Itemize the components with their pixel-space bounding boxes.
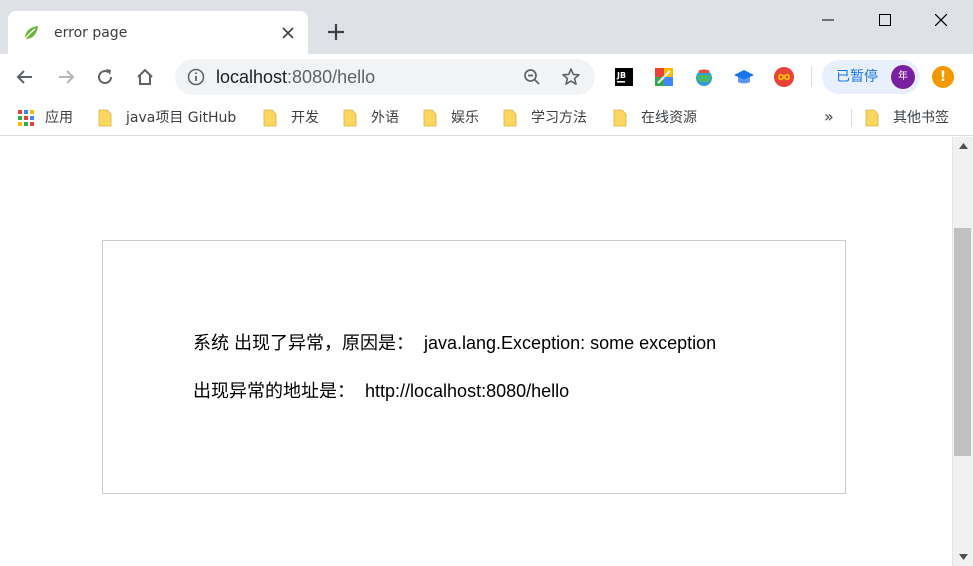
maximize-button[interactable] [862,6,908,34]
error-url-line: 出现异常的地址是： http://localhost:8080/hello [193,380,569,402]
sync-paused-button[interactable]: 已暂停 年 [822,60,920,94]
bookmark-star-icon[interactable] [561,67,581,87]
scroll-down-button[interactable] [953,548,973,566]
bookmarks-divider [851,109,852,127]
toolbar-divider [811,67,812,87]
folder-icon [613,109,627,127]
globe-extension-icon[interactable] [693,66,715,88]
window-close-button[interactable] [918,6,964,34]
apps-grid-icon [17,109,35,127]
url-path: :8080/hello [287,67,376,87]
bookmark-label: 其他书签 [893,110,949,126]
scroll-up-arrow-icon [958,143,968,149]
address-bar[interactable]: localhost:8080/hello [175,59,595,95]
svg-text:JB: JB [616,71,626,80]
reload-icon [98,69,113,85]
back-button[interactable] [13,65,37,89]
reload-button[interactable] [93,65,117,89]
scroll-up-button[interactable] [953,137,973,155]
bookmark-label: 开发 [291,110,319,126]
bookmark-folder-other[interactable]: 其他书签 [865,108,949,128]
folder-icon [423,109,437,127]
home-button[interactable] [133,65,157,89]
info-icon[interactable] [187,68,205,86]
bookmark-label: 学习方法 [531,110,587,126]
folder-icon [865,109,879,127]
bookmark-label: java项目 GitHub [126,110,237,126]
tab-close-icon[interactable] [279,24,297,42]
folder-icon [98,109,112,127]
error-url-label: 出现异常的地址是： [193,381,355,401]
error-cause-value: java.lang.Exception: some exception [424,333,717,353]
folder-icon [503,109,517,127]
new-tab-icon[interactable] [324,20,348,44]
graduation-cap-icon[interactable] [733,66,755,88]
avatar: 年 [891,65,915,89]
bookmark-folder-languages[interactable]: 外语 [343,108,399,128]
page-content: 系统 出现了异常，原因是： java.lang.Exception: some e… [0,137,952,566]
forward-button[interactable] [54,65,78,89]
vertical-scrollbar[interactable] [952,137,973,566]
sync-paused-label: 已暂停 [836,69,878,85]
maximize-icon [879,14,891,26]
bookmark-label: 外语 [371,110,399,126]
forward-arrow-icon [59,70,75,84]
close-icon [935,14,947,26]
scroll-down-arrow-icon [958,554,968,560]
bookmark-apps[interactable]: 应用 [17,108,73,128]
bookmarks-overflow-button[interactable]: » [824,107,834,127]
error-url-value: http://localhost:8080/hello [365,381,570,401]
infinity-icon[interactable] [773,66,795,88]
bookmark-label: 娱乐 [451,110,479,126]
error-cause-label: 系统 出现了异常，原因是： [193,333,414,353]
home-icon [137,68,153,85]
jetbrains-icon[interactable]: JB [613,66,635,88]
colorzilla-icon[interactable] [653,66,675,88]
bookmark-label: 应用 [45,110,73,126]
bookmarks-bar: 应用 java项目 GitHub 开发 外语 娱乐 学习方法 在线资源 » 其他… [0,100,973,136]
url-text[interactable]: localhost:8080/hello [216,67,375,87]
folder-icon [263,109,277,127]
scrollbar-thumb[interactable] [954,228,971,456]
spring-leaf-icon [24,26,38,40]
bookmark-folder-entertainment[interactable]: 娱乐 [423,108,479,128]
update-alert-icon[interactable]: ! [932,66,954,88]
bookmark-folder-learning[interactable]: 学习方法 [503,108,587,128]
tab-title: error page [54,25,128,41]
minimize-button[interactable] [805,6,851,34]
error-cause-line: 系统 出现了异常，原因是： java.lang.Exception: some e… [193,332,716,354]
bookmark-label: 在线资源 [641,110,697,126]
error-panel: 系统 出现了异常，原因是： java.lang.Exception: some e… [102,240,846,494]
bookmark-folder-java[interactable]: java项目 GitHub [98,108,236,128]
back-arrow-icon [16,70,32,84]
zoom-out-icon[interactable] [523,68,541,86]
tab-active[interactable]: error page [8,11,308,54]
bookmark-folder-online-resources[interactable]: 在线资源 [613,108,697,128]
folder-icon [343,109,357,127]
url-host: localhost [216,67,288,87]
minimize-icon [822,19,834,21]
tab-strip: error page [0,0,973,54]
browser-toolbar: localhost:8080/hello JB 已暂停 年 ! [0,54,973,100]
bookmark-folder-dev[interactable]: 开发 [263,108,319,128]
